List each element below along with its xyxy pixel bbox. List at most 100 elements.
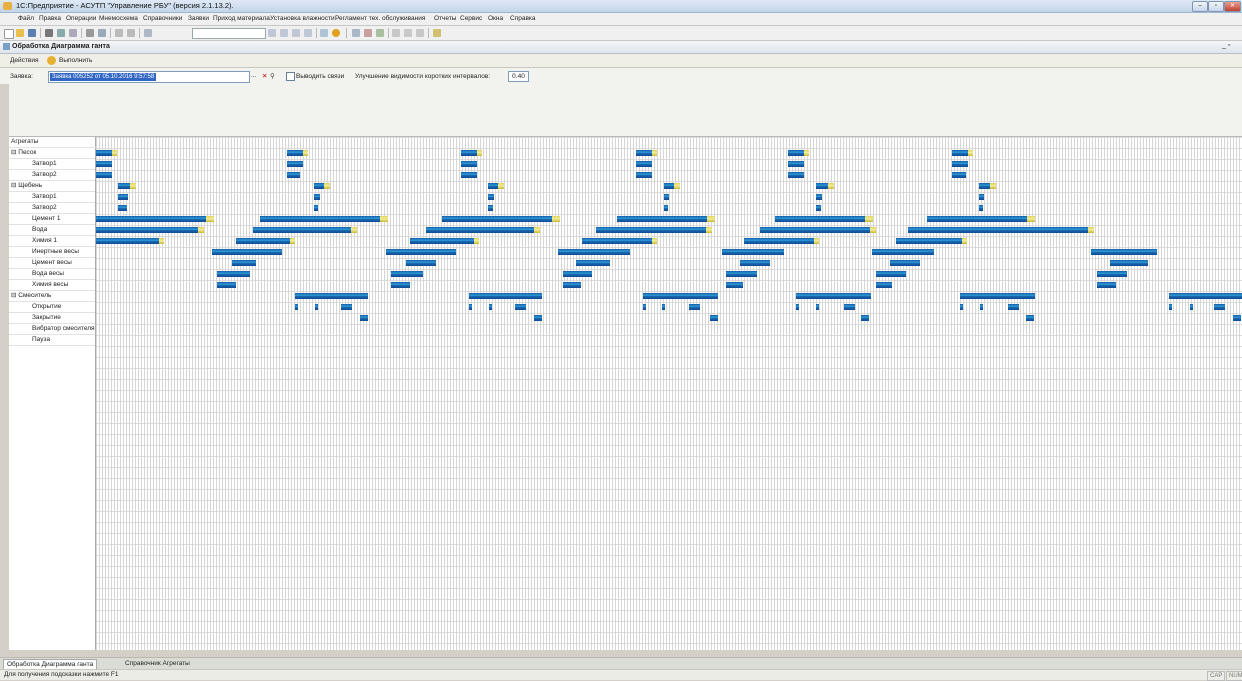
gantt-bar[interactable] (980, 304, 983, 310)
copy-icon[interactable] (57, 29, 65, 37)
gantt-bar[interactable] (788, 161, 804, 167)
open-search-icon[interactable]: ⚲ (270, 72, 275, 80)
gantt-bar[interactable] (952, 172, 966, 178)
gantt-bar[interactable] (1214, 304, 1225, 310)
gantt-bar[interactable] (534, 315, 542, 321)
save-icon[interactable] (28, 29, 36, 37)
gantt-bar[interactable] (488, 194, 494, 200)
gantt-bar[interactable] (740, 260, 770, 266)
tab-aggregates[interactable]: Справочник Агрегаты (122, 659, 193, 668)
gantt-bar[interactable] (1190, 304, 1193, 310)
gantt-bar[interactable] (386, 249, 456, 255)
expand-toggle-icon[interactable]: ⊟ (11, 182, 16, 189)
minimize-button[interactable]: – (1192, 1, 1208, 12)
menu-orders[interactable]: Заявки (188, 15, 209, 22)
find-icon[interactable] (280, 29, 288, 37)
gantt-bar[interactable] (360, 315, 368, 321)
gantt-bar[interactable] (217, 271, 250, 277)
gantt-bar[interactable] (890, 260, 920, 266)
gantt-bar[interactable] (426, 227, 534, 233)
gantt-bar[interactable] (1169, 293, 1242, 299)
row-label[interactable]: ⊟ Смеситель (9, 291, 95, 302)
gantt-bar[interactable] (469, 304, 472, 310)
gantt-bar[interactable] (314, 205, 318, 211)
gantt-bar[interactable] (260, 216, 380, 222)
gantt-bar[interactable] (469, 293, 542, 299)
gantt-bar[interactable] (1169, 304, 1172, 310)
gantt-bar[interactable] (979, 194, 984, 200)
gantt-bar[interactable] (341, 304, 352, 310)
replace-icon[interactable] (292, 29, 300, 37)
gantt-bar[interactable] (96, 172, 112, 178)
expand-toggle-icon[interactable]: ⊟ (11, 292, 16, 299)
gantt-bar[interactable] (461, 150, 477, 156)
menu-material-income[interactable]: Приход материала (213, 15, 270, 22)
open-folder-icon[interactable] (16, 29, 24, 37)
gantt-bar[interactable] (96, 227, 198, 233)
gantt-bar[interactable] (442, 216, 552, 222)
gantt-bar[interactable] (816, 194, 822, 200)
gantt-bar[interactable] (788, 172, 804, 178)
menu-help[interactable]: Справка (510, 15, 536, 22)
gantt-bar[interactable] (96, 150, 112, 156)
gantt-bar[interactable] (96, 216, 206, 222)
filter-icon[interactable] (304, 29, 312, 37)
gantt-bar[interactable] (1097, 282, 1116, 288)
preview-icon[interactable] (98, 29, 106, 37)
gantt-bar[interactable] (96, 238, 159, 244)
execute-button[interactable]: Выполнить (59, 57, 92, 64)
gantt-bar[interactable] (689, 304, 700, 310)
select-button[interactable]: ... (251, 72, 256, 79)
gantt-bar[interactable] (844, 304, 855, 310)
gantt-bar[interactable] (636, 150, 652, 156)
form-window-controls[interactable]: _ ▫ (1222, 42, 1230, 49)
gantt-bar[interactable] (1008, 304, 1019, 310)
gantt-area[interactable] (96, 137, 1242, 650)
gantt-bar[interactable] (596, 227, 706, 233)
gantt-bar[interactable] (876, 282, 892, 288)
gantt-bar[interactable] (295, 293, 368, 299)
gantt-bar[interactable] (118, 194, 128, 200)
gantt-bar[interactable] (908, 227, 1088, 233)
gantt-bar[interactable] (636, 172, 652, 178)
gantt-bar[interactable] (391, 271, 423, 277)
menu-operations[interactable]: Операции (66, 15, 96, 22)
gantt-bar[interactable] (960, 304, 963, 310)
help-icon[interactable] (332, 29, 340, 37)
gantt-bar[interactable] (1091, 249, 1157, 255)
gantt-bar[interactable] (314, 183, 324, 189)
gantt-bar[interactable] (515, 304, 526, 310)
gantt-bar[interactable] (796, 293, 871, 299)
menu-reports[interactable]: Отчеты (434, 15, 456, 22)
row-label[interactable]: ⊟ Песок (9, 148, 95, 159)
gantt-bar[interactable] (1233, 315, 1241, 321)
zayavka-input[interactable]: Заявка 005252 от 05.10.2016 9:57:58 (48, 71, 250, 83)
gantt-bar[interactable] (558, 249, 630, 255)
gantt-bar[interactable] (816, 304, 819, 310)
gantt-bar[interactable] (488, 183, 498, 189)
gantt-bar[interactable] (315, 304, 318, 310)
gantt-bar[interactable] (489, 304, 492, 310)
paste-icon[interactable] (69, 29, 77, 37)
gantt-bar[interactable] (760, 227, 870, 233)
gantt-bar[interactable] (232, 260, 256, 266)
gantt-bar[interactable] (722, 249, 784, 255)
gantt-bar[interactable] (726, 271, 757, 277)
memory-icon[interactable] (392, 29, 400, 37)
gantt-bar[interactable] (461, 161, 477, 167)
search-icon[interactable] (144, 29, 152, 37)
search-combo[interactable] (192, 28, 266, 39)
gantt-bar[interactable] (796, 304, 799, 310)
undo-icon[interactable] (115, 29, 123, 37)
gantt-bar[interactable] (410, 238, 474, 244)
gantt-bar[interactable] (861, 315, 869, 321)
gantt-bar[interactable] (617, 216, 707, 222)
gantt-bar[interactable] (927, 216, 1027, 222)
menu-edit[interactable]: Правка (39, 15, 61, 22)
gantt-bar[interactable] (118, 183, 130, 189)
gantt-bar[interactable] (872, 249, 934, 255)
window-icon[interactable] (320, 29, 328, 37)
gantt-bar[interactable] (643, 293, 718, 299)
gantt-bar[interactable] (287, 150, 303, 156)
gantt-bar[interactable] (1097, 271, 1127, 277)
